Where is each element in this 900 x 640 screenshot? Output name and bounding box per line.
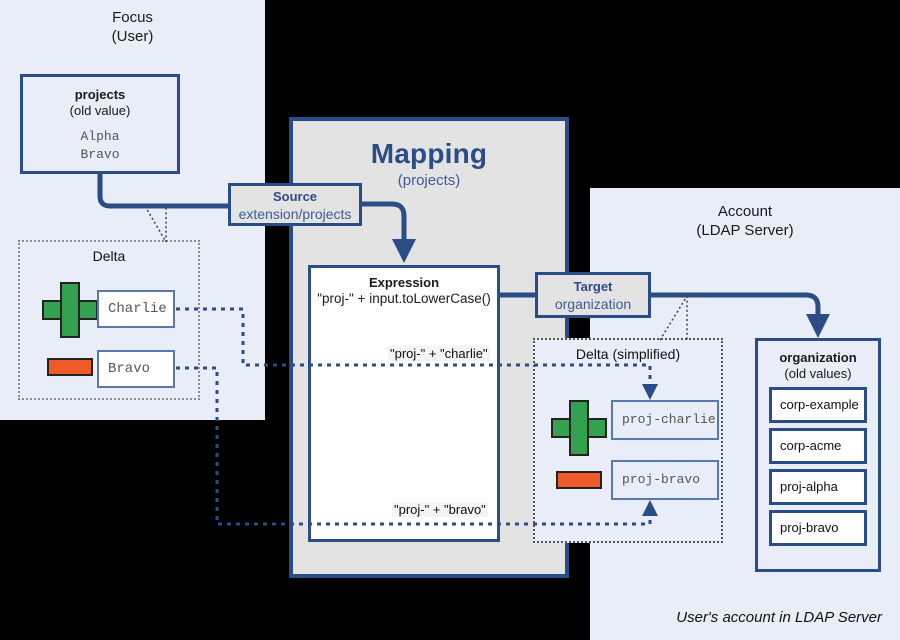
expression-trace-bottom: "proj-" + "bravo" (392, 502, 488, 517)
expression-header: Expression (368, 275, 440, 290)
leader-focus-delta (144, 205, 167, 243)
wire-target-to-organization (648, 292, 821, 318)
arrowhead-target-to-organization (806, 314, 830, 338)
expression-trace-top: "proj-" + "charlie" (388, 346, 490, 361)
wire-source-to-expression (359, 201, 407, 243)
wire-projects-to-source (97, 174, 231, 209)
arrowhead-source-to-expression (392, 239, 416, 263)
expression-formula: "proj-" + input.toLowerCase() (317, 291, 491, 306)
leader-account-delta (659, 295, 688, 341)
diagram-canvas: Focus (User) projects (old value) Alpha … (0, 0, 900, 640)
expression-box: Expression "proj-" + input.toLowerCase() (308, 265, 500, 542)
